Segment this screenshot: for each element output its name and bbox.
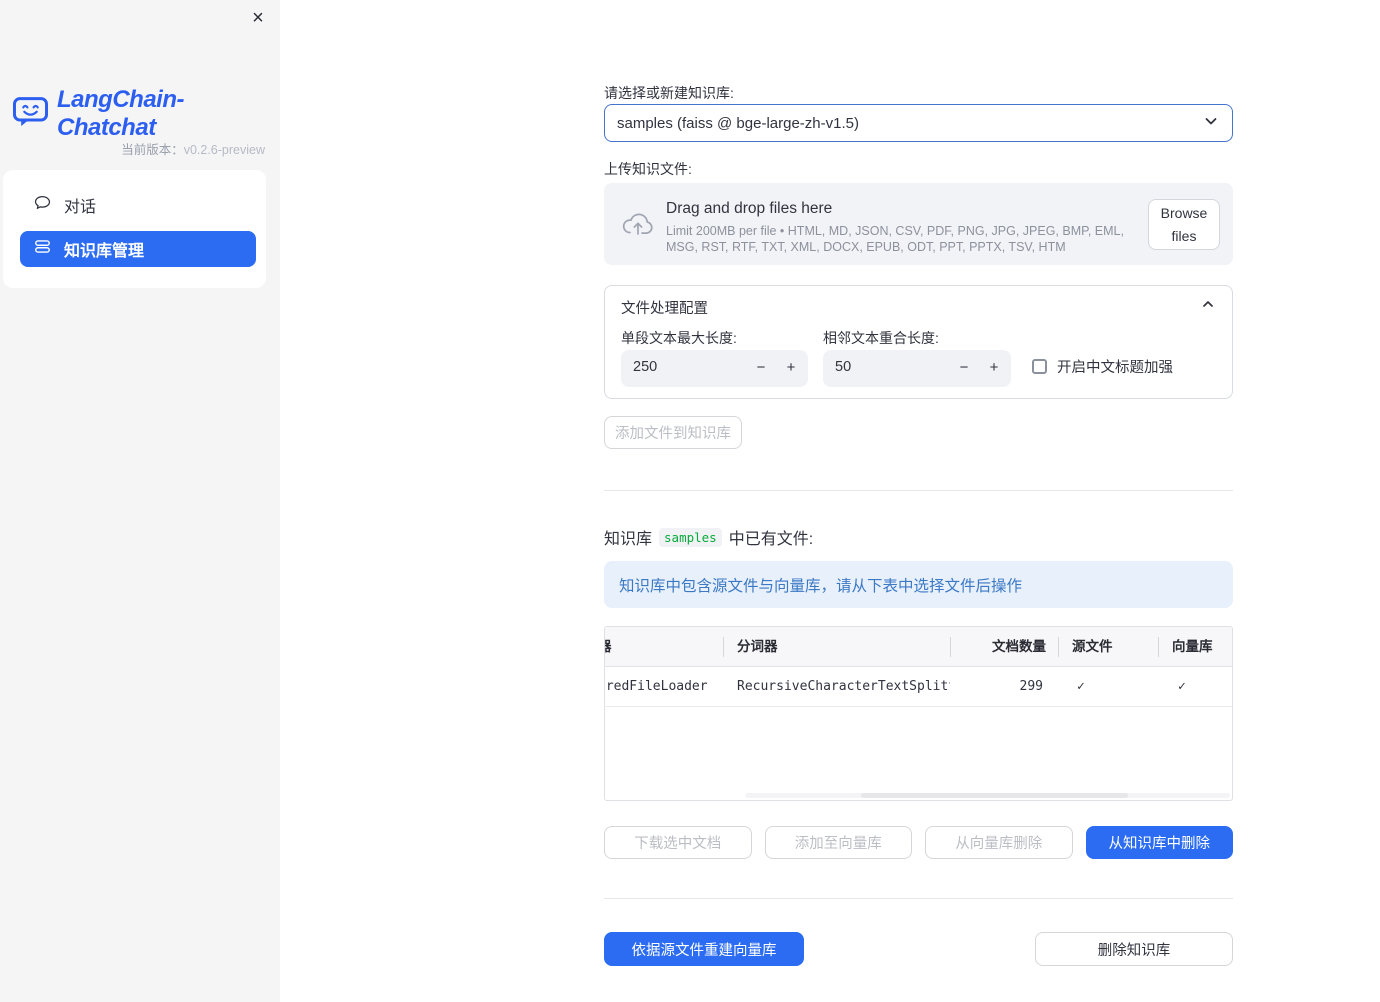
column-header-vector-store[interactable]: 向量库 xyxy=(1172,627,1232,667)
column-separator xyxy=(1058,637,1059,657)
sidebar-item-label: 对话 xyxy=(64,199,97,216)
version-caption: 当前版本：v0.2.6-preview xyxy=(121,139,265,158)
cell-vector-store-check: ✓ xyxy=(1178,679,1186,694)
delete-kb-base-button[interactable]: 删除知识库 xyxy=(1035,932,1233,966)
zh-title-enhance-checkbox[interactable] xyxy=(1032,359,1047,374)
add-files-button[interactable]: 添加文件到知识库 xyxy=(604,416,742,449)
cell-source-file-check: ✓ xyxy=(1077,679,1085,694)
sidebar: × LangChain-Chatchat 当前版本：v0.2.6-preview xyxy=(0,0,280,1002)
delete-from-vectorstore-button[interactable]: 从向量库删除 xyxy=(925,826,1073,859)
step-down-button[interactable]: − xyxy=(750,356,772,380)
cell-splitter: RecursiveCharacterTextSplitter xyxy=(737,679,950,694)
app-logo-text: LangChain-Chatchat xyxy=(57,86,185,141)
step-down-button[interactable]: − xyxy=(953,356,975,380)
zh-title-enhance-label: 开启中文标题加强 xyxy=(1057,360,1173,376)
kb-files-suffix: 中已有文件: xyxy=(728,531,814,548)
overlap-size-value: 50 xyxy=(835,359,852,375)
chevron-up-icon xyxy=(1200,296,1216,317)
download-selected-button[interactable]: 下载选中文档 xyxy=(604,826,752,859)
file-action-buttons: 下载选中文档 添加至向量库 从向量库删除 从知识库中删除 xyxy=(604,826,1233,859)
app-logo: LangChain-Chatchat xyxy=(12,86,280,142)
main-content: 请选择或新建知识库: samples (faiss @ bge-large-zh… xyxy=(280,0,1380,1002)
divider xyxy=(604,898,1233,899)
browse-files-button[interactable]: Browse files xyxy=(1148,199,1220,250)
table-header-row: 器 分词器 文档数量 源文件 向量库 xyxy=(605,627,1232,667)
overlap-size-label: 相邻文本重合长度: xyxy=(823,330,939,346)
cell-loader: uredFileLoader xyxy=(604,679,708,694)
upload-label: 上传知识文件: xyxy=(604,161,692,177)
column-header-splitter[interactable]: 分词器 xyxy=(737,627,950,667)
kb-files-table: 器 分词器 文档数量 源文件 向量库 uredFileLoader Recurs… xyxy=(604,626,1233,801)
chunk-size-value: 250 xyxy=(633,359,658,375)
column-header-source-file[interactable]: 源文件 xyxy=(1072,627,1158,667)
zh-title-enhance-row: 开启中文标题加强 xyxy=(1032,356,1173,377)
kb-select-value: samples (faiss @ bge-large-zh-v1.5) xyxy=(617,114,859,132)
chunk-size-label: 单段文本最大长度: xyxy=(621,330,737,346)
kb-files-prefix: 知识库 xyxy=(604,531,653,548)
column-separator xyxy=(1158,637,1159,657)
sidebar-item-label: 知识库管理 xyxy=(64,243,145,260)
chat-bubble-icon xyxy=(33,193,52,217)
version-label: 当前版本： xyxy=(121,143,184,157)
chat-smiley-logo-icon xyxy=(12,96,49,132)
app-root: × LangChain-Chatchat 当前版本：v0.2.6-preview xyxy=(0,0,1380,1002)
chevron-down-icon xyxy=(1202,112,1220,135)
overlap-size-input[interactable]: 50 − + xyxy=(823,350,1011,387)
delete-from-kb-button[interactable]: 从知识库中删除 xyxy=(1085,826,1233,859)
expander-header[interactable]: 文件处理配置 xyxy=(605,286,1232,320)
add-to-vectorstore-button[interactable]: 添加至向量库 xyxy=(764,826,912,859)
dropzone-hint: Limit 200MB per file • HTML, MD, JSON, C… xyxy=(666,224,1124,254)
kb-select-dropdown[interactable]: samples (faiss @ bge-large-zh-v1.5) xyxy=(604,104,1233,142)
sidebar-close-button[interactable]: × xyxy=(244,4,272,32)
kb-files-heading: 知识库 samples 中已有文件: xyxy=(604,525,813,549)
sidebar-item-kb-management[interactable]: 知识库管理 xyxy=(20,231,256,267)
expander-title: 文件处理配置 xyxy=(621,301,708,317)
rebuild-vectorstore-button[interactable]: 依据源文件重建向量库 xyxy=(604,932,804,966)
cloud-upload-icon xyxy=(621,208,655,245)
column-separator xyxy=(950,637,951,657)
table-row[interactable]: uredFileLoader RecursiveCharacterTextSpl… xyxy=(605,667,1232,707)
kb-name-code: samples xyxy=(659,527,722,547)
column-header-doc-count[interactable]: 文档数量 xyxy=(950,627,1046,667)
file-dropzone[interactable]: Drag and drop files here Limit 200MB per… xyxy=(604,183,1233,265)
file-config-expander: 文件处理配置 单段文本最大长度: 相邻文本重合长度: 250 − + 50 − … xyxy=(604,285,1233,399)
info-banner: 知识库中包含源文件与向量库，请从下表中选择文件后操作 xyxy=(604,561,1233,608)
divider xyxy=(604,490,1233,491)
kb-select-label: 请选择或新建知识库: xyxy=(604,85,734,101)
chunk-size-input[interactable]: 250 − + xyxy=(621,350,808,387)
column-separator xyxy=(723,637,724,657)
step-up-button[interactable]: + xyxy=(780,356,802,380)
scrollbar-thumb[interactable] xyxy=(861,793,1129,798)
version-value: v0.2.6-preview xyxy=(183,143,265,157)
dropzone-title: Drag and drop files here xyxy=(666,200,833,217)
sidebar-item-chat[interactable]: 对话 xyxy=(20,187,256,223)
step-up-button[interactable]: + xyxy=(983,356,1005,380)
kb-list-icon xyxy=(33,237,52,261)
column-header-loader[interactable]: 器 xyxy=(605,627,716,667)
cell-doc-count: 299 xyxy=(1019,679,1043,694)
horizontal-scrollbar[interactable] xyxy=(745,793,1230,798)
sidebar-menu: 对话 知识库管理 xyxy=(3,170,266,288)
